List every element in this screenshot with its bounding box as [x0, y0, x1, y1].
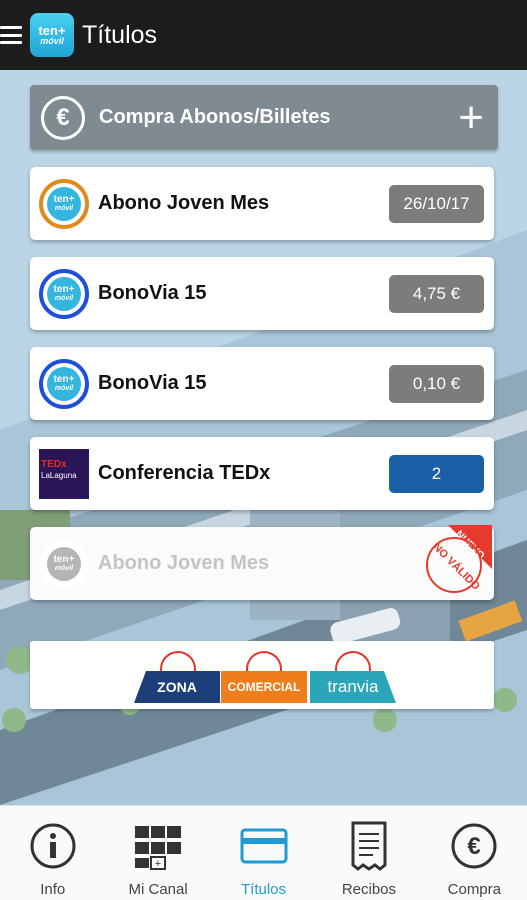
app-logo: ten+ móvil — [30, 13, 74, 57]
nav-titulos[interactable]: Títulos — [211, 806, 316, 900]
euro-icon: € — [41, 95, 85, 140]
nav-compra-label: Compra — [447, 881, 501, 898]
ticket-value-badge: 4,75 € — [389, 274, 484, 313]
info-icon — [27, 820, 79, 872]
nav-mi-canal-label: Mi Canal — [128, 881, 188, 898]
ticket-name: Conferencia TEDx — [98, 462, 271, 484]
ten-movil-logo-icon: ten+ móvil — [39, 268, 89, 319]
svg-text:€: € — [468, 833, 481, 860]
channel-grid-icon: + — [132, 820, 184, 872]
zona-comercial-tranvia-banner[interactable]: ZONA COMERCIAL tranvia — [30, 641, 494, 709]
euro-icon: € — [448, 820, 500, 872]
ten-movil-logo-icon: ten+ móvil — [39, 178, 89, 229]
ticket-name: BonoVia 15 — [98, 282, 207, 304]
nav-recibos[interactable]: Recibos — [316, 806, 421, 900]
not-valid-stamp-icon: NUEVO NO VÁLIDO — [426, 525, 492, 593]
banner-zona: ZONA — [134, 671, 220, 703]
card-icon — [238, 820, 290, 872]
ten-movil-logo-icon: ten+ móvil — [39, 358, 89, 409]
banner-tranvia: tranvia — [310, 671, 396, 703]
ten-movil-logo-icon: ten+ móvil — [39, 538, 89, 589]
buy-passes-label: Compra Abonos/Billetes — [99, 106, 331, 128]
nav-compra[interactable]: € Compra — [422, 806, 527, 900]
nav-recibos-label: Recibos — [341, 881, 397, 898]
page-title: Títulos — [82, 20, 158, 49]
top-app-bar: ten+ móvil Títulos — [0, 0, 527, 70]
buy-passes-button[interactable]: € Compra Abonos/Billetes + — [30, 85, 498, 150]
ticket-card[interactable]: ten+ móvil BonoVia 15 0,10 € — [30, 347, 494, 420]
nav-info-label: Info — [40, 881, 66, 898]
ticket-card[interactable]: ten+ móvil BonoVia 15 4,75 € — [30, 257, 494, 330]
receipt-icon — [343, 820, 395, 872]
ticket-count-badge: 2 — [389, 454, 484, 493]
ticket-card-disabled[interactable]: ten+ móvil Abono Joven Mes NUEVO NO VÁLID… — [30, 525, 494, 600]
menu-icon[interactable] — [0, 24, 24, 46]
ticket-card[interactable]: ten+ móvil Abono Joven Mes 26/10/17 — [30, 167, 494, 240]
nav-titulos-label: Títulos — [241, 881, 287, 898]
svg-text:+: + — [155, 858, 161, 870]
bottom-navigation: Info + Mi Canal Títulos Recibos € Compra — [0, 805, 527, 900]
ticket-name: Abono Joven Mes — [98, 192, 270, 214]
tedx-logo-icon: TEDx LaLaguna — [39, 448, 89, 499]
nav-mi-canal[interactable]: + Mi Canal — [105, 806, 210, 900]
ticket-value-badge: 0,10 € — [389, 364, 484, 403]
nav-info[interactable]: Info — [0, 806, 105, 900]
banner-comercial: COMERCIAL — [221, 671, 307, 703]
ticket-card[interactable]: TEDx LaLaguna Conferencia TEDx 2 — [30, 437, 494, 510]
ticket-name: BonoVia 15 — [98, 372, 207, 394]
ticket-value-badge: 26/10/17 — [389, 184, 484, 223]
plus-icon: + — [458, 92, 484, 142]
